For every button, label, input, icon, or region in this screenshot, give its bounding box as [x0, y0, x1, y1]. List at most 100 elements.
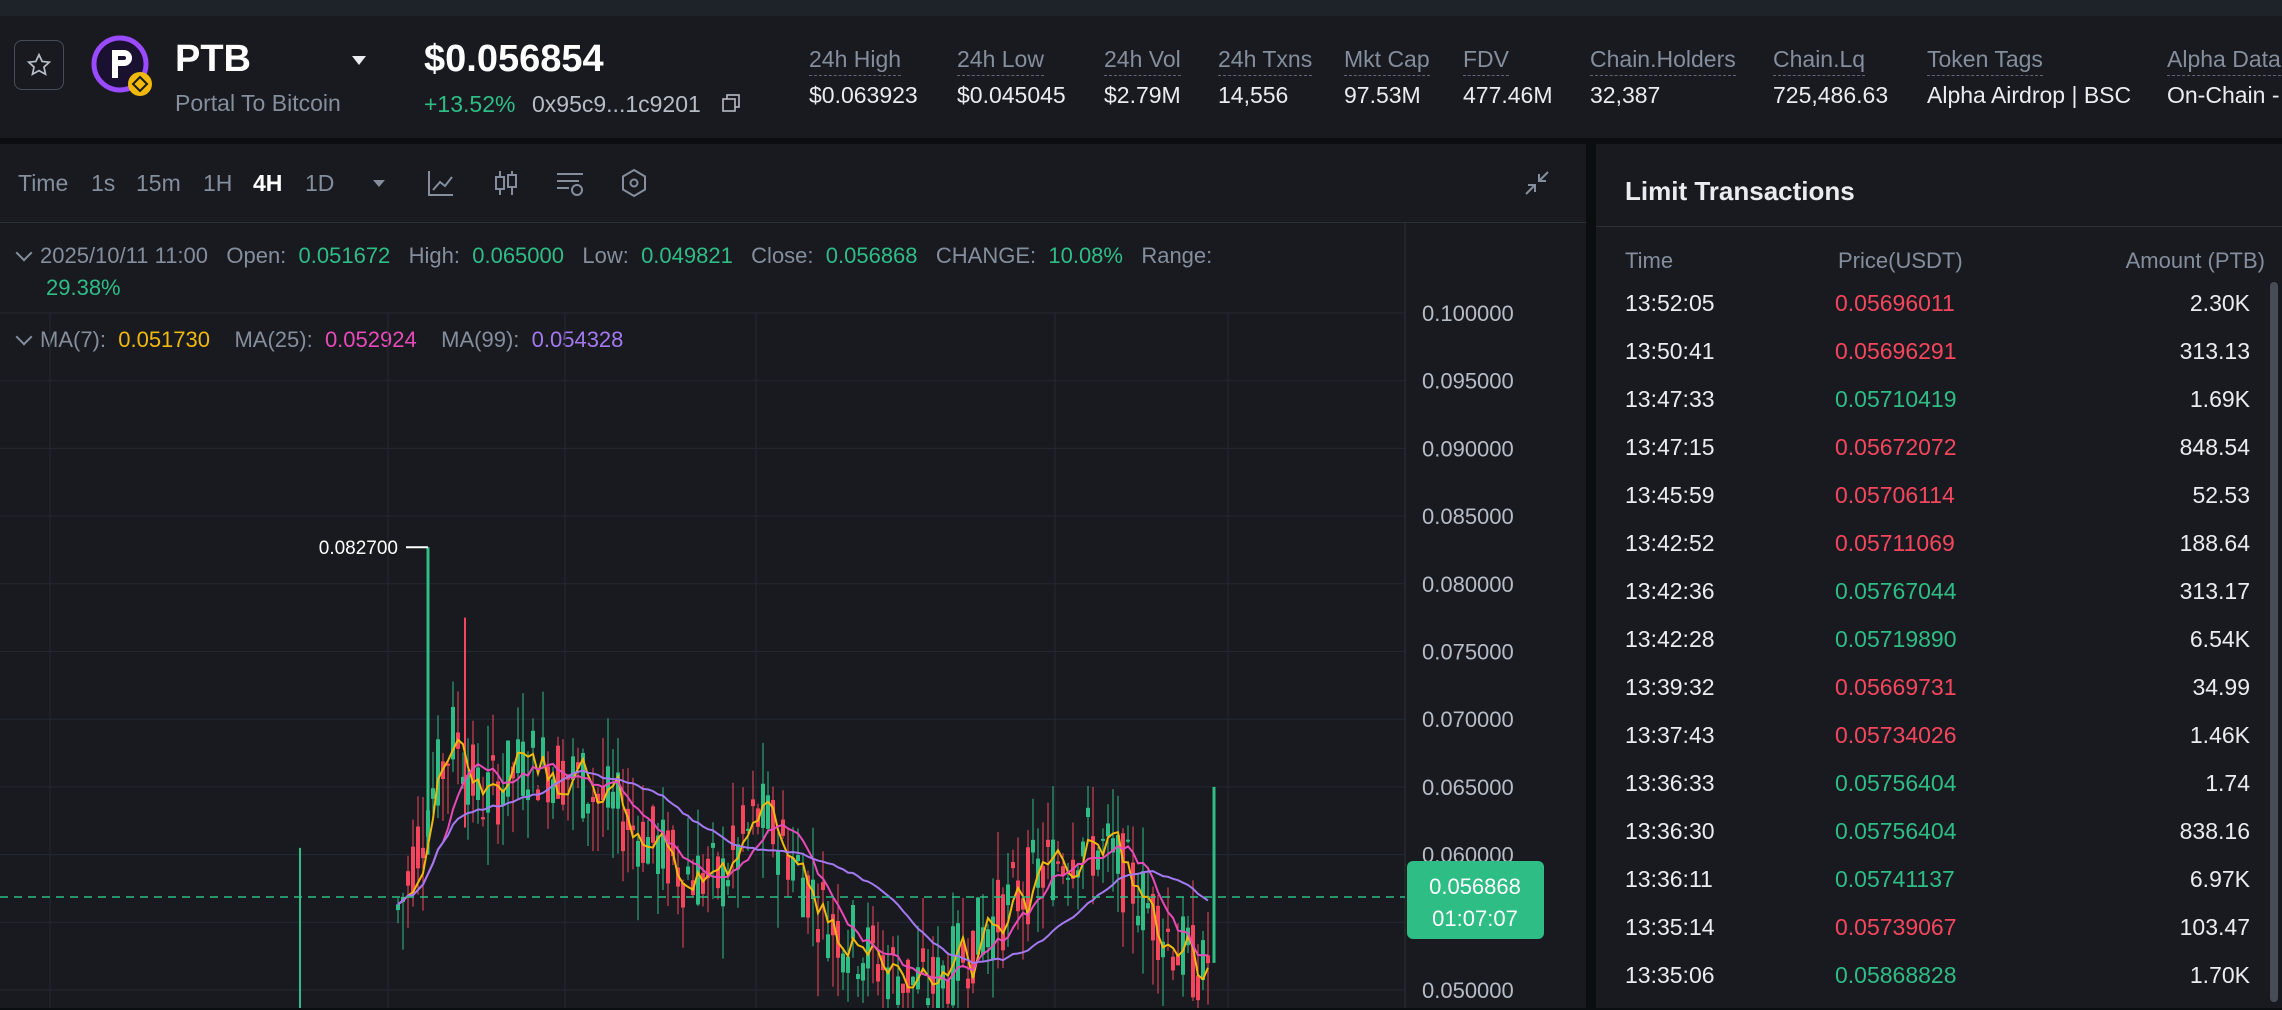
- token-symbol: PTB: [175, 38, 251, 80]
- candle-body: [1046, 839, 1050, 847]
- tx-price: 0.05756404: [1835, 770, 1957, 796]
- tx-time: 13:39:32: [1625, 674, 1715, 700]
- interval-1h[interactable]: 1H: [203, 170, 232, 197]
- tx-price: 0.05739067: [1835, 914, 1957, 940]
- stat-chain-lq: Chain.Lq 725,486.63: [1773, 46, 1889, 108]
- table-row[interactable]: 13:52:05 0.05696011 2.30K: [1625, 290, 2250, 338]
- tx-amount: 6.54K: [2189, 626, 2250, 652]
- token-logo: [91, 35, 152, 96]
- tx-amount: 838.16: [2179, 818, 2250, 844]
- y-tick-label: 0.070000: [1422, 707, 1514, 732]
- table-row[interactable]: 13:42:28 0.05719890 6.54K: [1625, 626, 2250, 674]
- chevron-down-icon[interactable]: [362, 166, 396, 200]
- candle-body: [1031, 839, 1035, 853]
- tx-amount: 1.69K: [2189, 386, 2250, 412]
- stat-24h-high: 24h High $0.063923: [809, 46, 918, 108]
- hexagon-settings-icon[interactable]: [617, 166, 651, 200]
- candle-body: [1191, 925, 1195, 998]
- table-row[interactable]: 13:37:43 0.05734026 1.46K: [1625, 722, 2250, 770]
- interval-time[interactable]: Time: [18, 170, 68, 197]
- table-row[interactable]: 13:36:30 0.05756404 838.16: [1625, 818, 2250, 866]
- candle-body: [871, 925, 875, 944]
- interval-1d[interactable]: 1D: [305, 170, 334, 197]
- table-row[interactable]: 13:42:52 0.05711069 188.64: [1625, 530, 2250, 578]
- y-tick-label: 0.090000: [1422, 436, 1514, 461]
- contract-address: 0x95c9...1c9201: [532, 91, 701, 117]
- candle-body: [1096, 850, 1100, 870]
- candle-body: [926, 998, 930, 1006]
- tx-amount: 52.53: [2192, 482, 2250, 508]
- candle-body: [741, 805, 745, 834]
- candlestick-icon[interactable]: [489, 166, 523, 200]
- transactions-scrollbar[interactable]: [2270, 282, 2278, 1002]
- tx-price: 0.05706114: [1835, 482, 1955, 508]
- chevron-down-icon[interactable]: [352, 56, 366, 65]
- interval-1s[interactable]: 1s: [91, 170, 115, 197]
- interval-4h[interactable]: 4H: [253, 170, 282, 197]
- line-chart-icon[interactable]: [424, 166, 458, 200]
- candle-body: [686, 866, 690, 875]
- collapse-icon[interactable]: [1520, 166, 1554, 200]
- table-row[interactable]: 13:36:11 0.05741137 6.97K: [1625, 866, 2250, 914]
- candle-body: [891, 947, 895, 955]
- tx-time: 13:42:52: [1625, 530, 1715, 556]
- table-row[interactable]: 13:36:33 0.05756404 1.74: [1625, 770, 2250, 818]
- tx-price: 0.05696011: [1835, 290, 1955, 316]
- table-row[interactable]: 13:39:32 0.05669731 34.99: [1625, 674, 2250, 722]
- interval-15m[interactable]: 15m: [136, 170, 181, 197]
- candle-body: [481, 817, 485, 820]
- table-row[interactable]: 13:45:59 0.05706114 52.53: [1625, 482, 2250, 530]
- candle-body: [661, 819, 665, 869]
- candle-body: [866, 927, 870, 969]
- tx-amount: 848.54: [2179, 434, 2250, 460]
- candle-body: [1121, 833, 1125, 913]
- tx-time: 13:50:41: [1625, 338, 1715, 364]
- candle-body: [1051, 839, 1055, 901]
- top-strip: [0, 0, 2282, 16]
- candle-body: [726, 880, 730, 887]
- table-row[interactable]: 13:35:14 0.05739067 103.47: [1625, 914, 2250, 962]
- candle-body: [711, 842, 715, 848]
- tx-time: 13:42:28: [1625, 626, 1715, 652]
- candle-body: [411, 846, 415, 894]
- candle-body: [521, 741, 525, 796]
- y-tick-label: 0.065000: [1422, 775, 1514, 800]
- transactions-divider: [1596, 226, 2282, 227]
- candle-body: [526, 789, 530, 801]
- table-row[interactable]: 13:35:06 0.05868828 1.70K: [1625, 962, 2250, 1010]
- price-change: +13.52%: [424, 91, 516, 117]
- last-price-value: 0.056868: [1429, 874, 1521, 899]
- price-chart[interactable]: 0.100000 0.095000 0.090000 0.085000 0.080000…: [0, 223, 1586, 1008]
- candle-body: [876, 964, 880, 982]
- candle-body: [846, 956, 850, 973]
- candle-body: [816, 929, 820, 943]
- candle-body: [896, 976, 900, 1005]
- tx-price: 0.05734026: [1835, 722, 1957, 748]
- candle-body: [1006, 884, 1010, 906]
- tx-amount: 188.64: [2179, 530, 2250, 556]
- table-row[interactable]: 13:42:36 0.05767044 313.17: [1625, 578, 2250, 626]
- y-tick-label: 0.050000: [1422, 978, 1514, 1003]
- candle-body: [1166, 928, 1170, 932]
- candle-body: [826, 934, 830, 958]
- candle-body: [861, 963, 865, 981]
- table-row[interactable]: 13:47:33 0.05710419 1.69K: [1625, 386, 2250, 434]
- col-header-time: Time: [1625, 248, 1674, 273]
- candle-body: [731, 825, 735, 850]
- table-row[interactable]: 13:47:15 0.05672072 848.54: [1625, 434, 2250, 482]
- candle-body: [621, 821, 625, 852]
- tx-time: 13:47:15: [1625, 434, 1715, 460]
- candle-body: [931, 956, 935, 994]
- tx-time: 13:47:33: [1625, 386, 1715, 412]
- candle-body: [1206, 955, 1210, 964]
- candle-body: [821, 882, 825, 891]
- candle-body: [701, 872, 705, 894]
- stat-fdv: FDV 477.46M: [1463, 46, 1553, 108]
- candle-body: [1011, 862, 1015, 869]
- table-row[interactable]: 13:50:41 0.05696291 313.13: [1625, 338, 2250, 386]
- favorite-button[interactable]: [14, 40, 64, 90]
- candle-body: [1101, 838, 1105, 841]
- copy-icon[interactable]: [722, 94, 740, 112]
- indicator-icon[interactable]: [553, 166, 587, 200]
- tx-amount: 1.70K: [2189, 962, 2250, 988]
